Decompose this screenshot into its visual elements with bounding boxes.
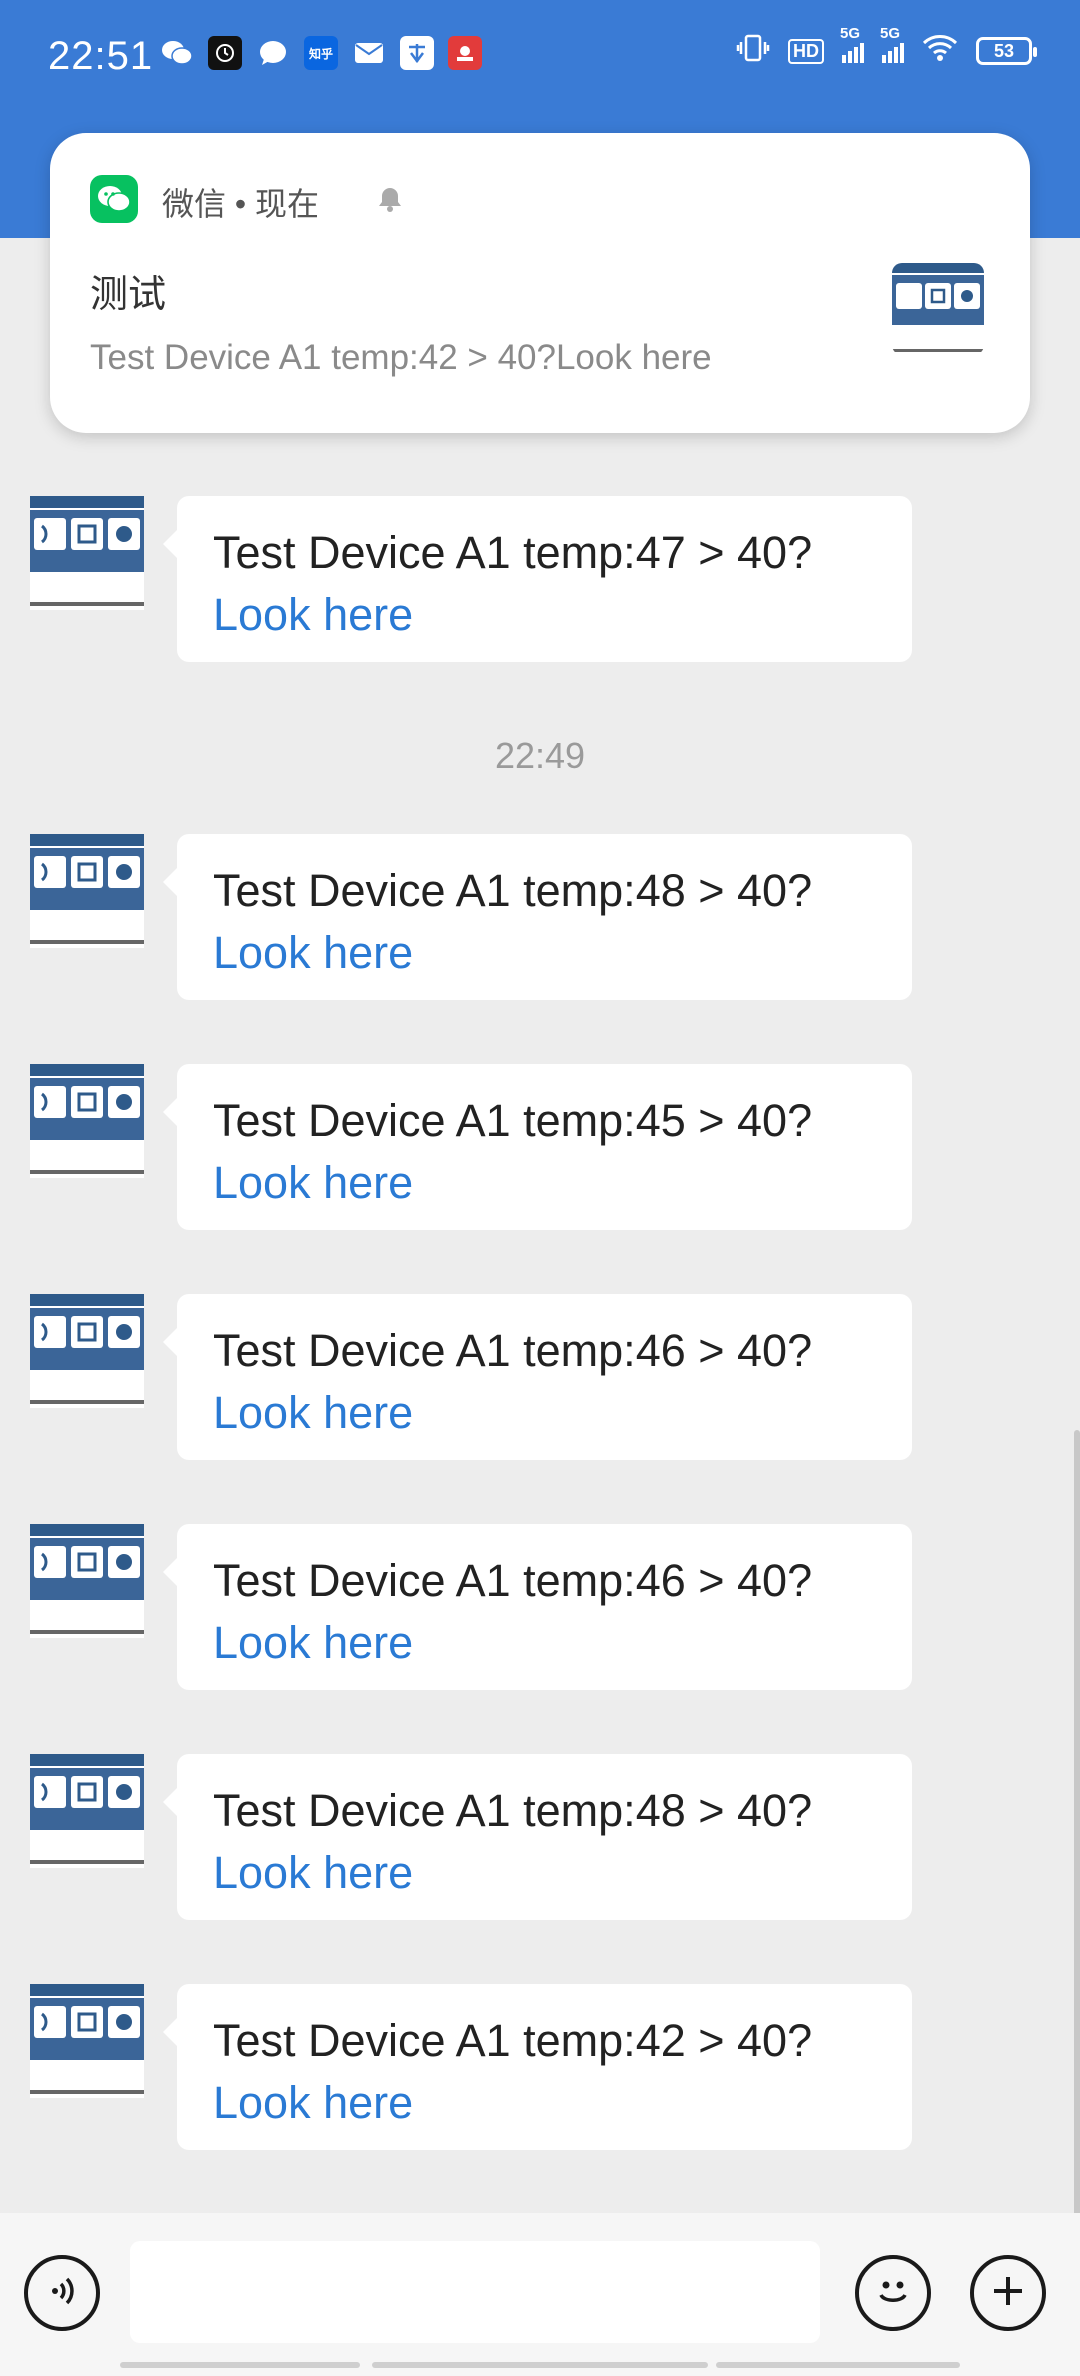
message-text: Test Device A1 temp:46 > 40? [213,1555,813,1606]
look-here-link[interactable]: Look here [213,1842,876,1904]
zhihu-label: 知乎 [308,46,333,61]
bell-icon [376,185,404,213]
notification-app-name: 微信 • 现在 [162,186,319,222]
sender-avatar[interactable] [30,834,144,948]
plus-icon [988,2271,1028,2316]
hd-icon: HD [788,38,824,64]
message-row: Test Device A1 temp:46 > 40? Look here [0,1294,1080,1464]
mail-icon [352,36,386,70]
wechat-icon [160,36,194,70]
battery-icon: 53 [976,37,1037,65]
notification-icons: 知乎 [160,36,482,70]
zhihu-icon: 知乎 [304,36,338,70]
status-time: 22:51 [48,34,154,78]
wechat-notification-banner[interactable]: 微信 • 现在 测试 Test Device A1 temp:42 > 40?L… [50,133,1030,433]
look-here-link[interactable]: Look here [213,1152,876,1214]
look-here-link[interactable]: Look here [213,1612,876,1674]
message-text: Test Device A1 temp:48 > 40? [213,1785,813,1836]
message-text: Test Device A1 temp:47 > 40? [213,527,813,578]
chat-message-list[interactable]: Test Device A1 temp:47 > 40? Look here 2… [0,238,1080,2213]
sender-avatar[interactable] [30,1754,144,1868]
voice-input-button[interactable] [24,2255,100,2331]
sender-avatar[interactable] [30,1524,144,1638]
message-row: Test Device A1 temp:46 > 40? Look here [0,1524,1080,1694]
sender-avatar[interactable] [30,1294,144,1408]
emoji-button[interactable] [855,2255,931,2331]
chat-input-bar [0,2213,1080,2376]
message-row: Test Device A1 temp:48 > 40? Look here [0,1754,1080,1924]
signal-label-2: 5G [880,25,901,42]
status-bar: 22:51 知乎 HD 5G 5G 53 [0,0,1080,118]
message-bubble[interactable]: Test Device A1 temp:45 > 40? Look here [163,1064,912,1230]
signal-strength-icon: 5G [840,25,864,63]
battery-level: 53 [993,40,1015,61]
message-input[interactable] [130,2241,820,2343]
message-text: Test Device A1 temp:42 > 40? [213,2015,813,2066]
message-bubble[interactable]: Test Device A1 temp:48 > 40? Look here [163,834,912,1000]
message-row: Test Device A1 temp:47 > 40? Look here [0,496,1080,666]
messages-icon [256,36,290,70]
message-bubble[interactable]: Test Device A1 temp:46 > 40? Look here [163,1524,912,1690]
wechat-logo-icon [90,175,138,223]
smiley-icon [871,2269,915,2318]
gesture-bar-right [716,2362,960,2368]
sender-avatar[interactable] [30,1984,144,2098]
message-row: Test Device A1 temp:45 > 40? Look here [0,1064,1080,1234]
message-text: Test Device A1 temp:46 > 40? [213,1325,813,1376]
weather-icon [448,36,482,70]
voice-icon [42,2271,82,2316]
message-timestamp: 22:49 [494,735,586,776]
message-bubble[interactable]: Test Device A1 temp:47 > 40? Look here [163,496,912,662]
wifi-icon [922,34,958,68]
message-row: Test Device A1 temp:48 > 40? Look here [0,834,1080,1004]
gesture-bar-center[interactable] [372,2362,708,2368]
signal-label-1: 5G [840,25,861,42]
message-bubble[interactable]: Test Device A1 temp:46 > 40? Look here [163,1294,912,1460]
notification-thumbnail [892,263,984,355]
message-text: Test Device A1 temp:45 > 40? [213,1095,813,1146]
more-options-button[interactable] [970,2255,1046,2331]
sender-avatar[interactable] [30,496,144,610]
look-here-link[interactable]: Look here [213,2072,876,2134]
notification-body: Test Device A1 temp:42 > 40?Look here [90,338,712,377]
sender-avatar[interactable] [30,1064,144,1178]
look-here-link[interactable]: Look here [213,922,876,984]
look-here-link[interactable]: Look here [213,584,876,646]
app-icon [400,36,434,70]
chat-scrollbar[interactable] [1074,1430,1080,2230]
gesture-bar-left [120,2362,360,2368]
message-row: Test Device A1 temp:42 > 40? Look here [0,1984,1080,2154]
clock-app-icon [208,36,242,70]
message-bubble[interactable]: Test Device A1 temp:48 > 40? Look here [163,1754,912,1920]
signal-strength-icon-2: 5G [880,25,904,63]
system-icons: HD 5G 5G 53 [736,25,1037,68]
message-bubble[interactable]: Test Device A1 temp:42 > 40? Look here [163,1984,912,2150]
notification-title: 测试 [90,274,167,316]
vibrate-icon [736,34,770,68]
look-here-link[interactable]: Look here [213,1382,876,1444]
message-text: Test Device A1 temp:48 > 40? [213,865,813,916]
